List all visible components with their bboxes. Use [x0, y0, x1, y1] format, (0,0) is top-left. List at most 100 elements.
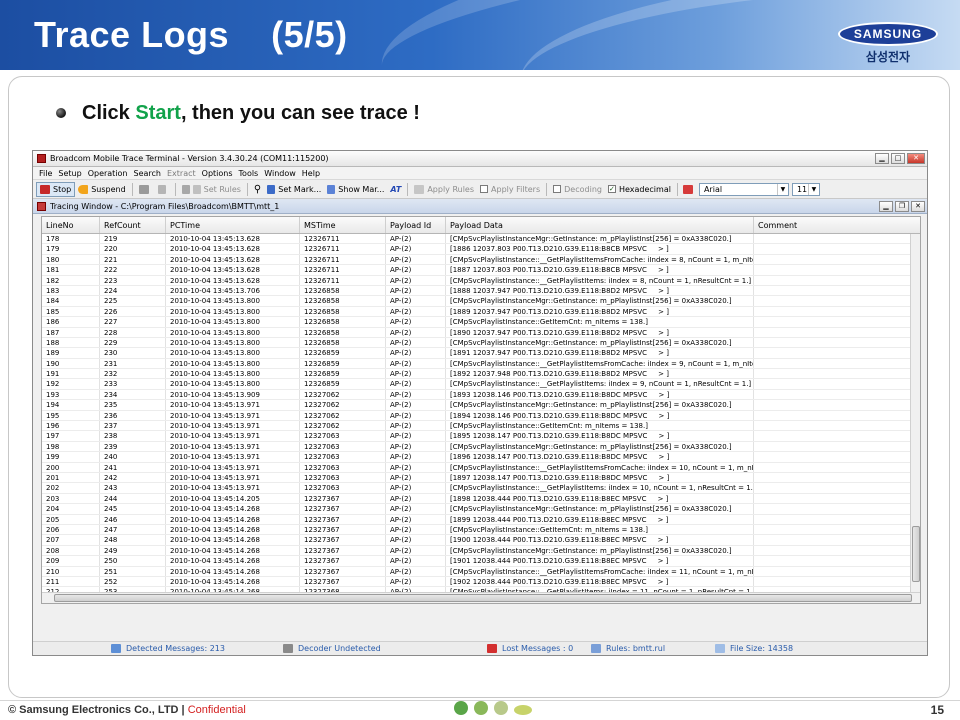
menu-options[interactable]: Options — [199, 169, 236, 178]
cell-lineno: 193 — [42, 389, 100, 400]
menu-operation[interactable]: Operation — [85, 169, 131, 178]
table-row[interactable]: 200 241 2010-10-04 13:45:13.971 12327063 AP-… — [42, 462, 910, 473]
cell-refcount: 229 — [100, 337, 166, 348]
cell-payload-data: [CMpSvcPlaylistInstance::__GetPlaylistIt… — [446, 566, 754, 576]
table-row[interactable]: 190 231 2010-10-04 13:45:13.800 12326859 AP-… — [42, 358, 910, 370]
clear-button[interactable] — [155, 182, 172, 197]
table-row[interactable]: 180 221 2010-10-04 13:45:13.628 12326711 AP-… — [42, 254, 910, 266]
table-row[interactable]: 178 219 2010-10-04 13:45:13.628 12326711 AP-… — [42, 234, 910, 245]
show-mark-button[interactable]: Show Mar... — [324, 182, 387, 197]
cell-payload-data: [1901 12038.444 P00.T13.D210.G39.E118:B8… — [446, 556, 754, 566]
table-row[interactable]: 185 226 2010-10-04 13:45:13.800 12326858 AP-… — [42, 306, 910, 318]
cell-mstime: 12327062 — [300, 389, 386, 400]
set-mark-label: Set Mark... — [278, 184, 322, 194]
table-row[interactable]: 186 227 2010-10-04 13:45:13.800 12326858 AP-… — [42, 317, 910, 328]
table-row[interactable]: 189 230 2010-10-04 13:45:13.800 12326859 AP-… — [42, 348, 910, 359]
table-row[interactable]: 181 222 2010-10-04 13:45:13.628 12326711 AP-… — [42, 265, 910, 276]
table-row[interactable]: 211 252 2010-10-04 13:45:14.268 12327367 AP-… — [42, 576, 910, 588]
window-titlebar[interactable]: Broadcom Mobile Trace Terminal - Version… — [33, 151, 927, 167]
vertical-scrollbar[interactable] — [910, 234, 920, 592]
suspend-button[interactable]: Suspend — [75, 182, 128, 197]
minimize-icon[interactable]: ▁ — [879, 200, 893, 212]
cell-pctime: 2010-10-04 13:45:13.800 — [166, 327, 300, 337]
column-header-pctime[interactable]: PCTime — [166, 217, 300, 233]
tracing-window-titlebar[interactable]: Tracing Window - C:\Program Files\Broadc… — [33, 199, 927, 214]
menu-file[interactable]: File — [36, 169, 55, 178]
table-row[interactable]: 201 242 2010-10-04 13:45:13.971 12327063 AP-… — [42, 472, 910, 484]
table-row[interactable]: 210 251 2010-10-04 13:45:14.268 12327367 AP-… — [42, 566, 910, 577]
horizontal-scrollbar[interactable] — [42, 592, 920, 603]
table-row[interactable]: 209 250 2010-10-04 13:45:14.268 12327367 AP-… — [42, 556, 910, 567]
set-rules-button[interactable]: Set Rules — [179, 182, 244, 197]
cell-mstime: 12327063 — [300, 441, 386, 452]
table-row[interactable]: 196 237 2010-10-04 13:45:13.971 12327062 AP-… — [42, 421, 910, 432]
restore-icon[interactable]: ❐ — [895, 200, 909, 212]
cell-payload-data: [1898 12038.444 P00.T13.D210.G39.E118:B8… — [446, 493, 754, 504]
minimize-icon[interactable]: ▁ — [875, 153, 889, 164]
column-header-refcount[interactable]: RefCount — [100, 217, 166, 233]
table-row[interactable]: 192 233 2010-10-04 13:45:13.800 12326859 AP-… — [42, 379, 910, 390]
menu-search[interactable]: Search — [131, 169, 164, 178]
table-row[interactable]: 191 232 2010-10-04 13:45:13.800 12326859 AP-… — [42, 369, 910, 380]
menu-window[interactable]: Window — [261, 169, 299, 178]
horizontal-scroll-thumb[interactable] — [54, 594, 912, 602]
close-icon[interactable]: ✕ — [907, 153, 925, 164]
cell-pctime: 2010-10-04 13:45:13.800 — [166, 369, 300, 379]
table-row[interactable]: 188 229 2010-10-04 13:45:13.800 12326858 AP-… — [42, 337, 910, 349]
table-row[interactable]: 193 234 2010-10-04 13:45:13.909 12327062 AP-… — [42, 389, 910, 401]
table-row[interactable]: 206 247 2010-10-04 13:45:14.268 12327367 AP-… — [42, 524, 910, 536]
column-header-lineno[interactable]: LineNo — [42, 217, 100, 233]
table-row[interactable]: 199 240 2010-10-04 13:45:13.971 12327063 AP-… — [42, 452, 910, 463]
font-select[interactable]: Arial ▼ — [698, 182, 789, 196]
vertical-scroll-thumb[interactable] — [912, 526, 920, 582]
table-row[interactable]: 184 225 2010-10-04 13:45:13.800 12326858 AP-… — [42, 296, 910, 307]
table-row[interactable]: 183 224 2010-10-04 13:45:13.706 12326858 AP-… — [42, 285, 910, 297]
find-button[interactable]: ⚲ — [251, 182, 264, 197]
menu-setup[interactable]: Setup — [55, 169, 84, 178]
table-row[interactable]: 198 239 2010-10-04 13:45:13.971 12327063 AP-… — [42, 441, 910, 453]
table-row[interactable]: 179 220 2010-10-04 13:45:13.628 12326711 AP-… — [42, 244, 910, 255]
column-header-mstime[interactable]: MSTime — [300, 217, 386, 233]
column-header-payload-id[interactable]: Payload Id — [386, 217, 446, 233]
cell-comment — [754, 369, 910, 378]
font-size-select[interactable]: 11 ▼ — [791, 182, 820, 196]
cell-pctime: 2010-10-04 13:45:13.800 — [166, 306, 300, 317]
open-folder-button[interactable] — [136, 182, 155, 197]
stop-button[interactable]: Stop — [36, 181, 76, 197]
close-icon[interactable]: ✕ — [911, 200, 925, 212]
table-row[interactable]: 187 228 2010-10-04 13:45:13.800 12326858 AP-… — [42, 327, 910, 338]
set-mark-button[interactable]: Set Mark... — [264, 182, 324, 197]
table-row[interactable]: 202 243 2010-10-04 13:45:13.971 12327063 AP-… — [42, 483, 910, 494]
menu-extract[interactable]: Extract — [164, 169, 199, 178]
table-row[interactable]: 207 248 2010-10-04 13:45:14.268 12327367 AP-… — [42, 535, 910, 546]
decoding-checkbox[interactable]: Decoding — [550, 182, 605, 197]
cell-refcount: 250 — [100, 556, 166, 566]
apply-filters-checkbox[interactable]: Apply Filters — [477, 182, 543, 197]
maximize-icon[interactable]: □ — [891, 153, 905, 164]
binoculars-icon: ⚲ — [253, 183, 262, 195]
cell-lineno: 194 — [42, 400, 100, 410]
rules-text: Rules: bmtt.rul — [606, 644, 666, 653]
column-header-comment[interactable]: Comment — [754, 217, 920, 233]
cell-pctime: 2010-10-04 13:45:13.800 — [166, 348, 300, 358]
cell-lineno: 188 — [42, 337, 100, 348]
table-row[interactable]: 197 238 2010-10-04 13:45:13.971 12327063 AP-… — [42, 431, 910, 442]
apply-rules-button[interactable]: Apply Rules — [411, 182, 477, 197]
menu-help[interactable]: Help — [299, 169, 323, 178]
table-row[interactable]: 194 235 2010-10-04 13:45:13.971 12327062 AP-… — [42, 400, 910, 411]
instruction-start-highlight: Start — [135, 102, 181, 124]
cell-payload-data: [CMpSvcPlaylistInstanceMgr::GetInstance:… — [446, 441, 754, 452]
hexadecimal-checkbox[interactable]: ✓ Hexadecimal — [605, 182, 674, 197]
menu-tools[interactable]: Tools — [236, 169, 262, 178]
table-row[interactable]: 205 246 2010-10-04 13:45:14.268 12327367 AP-… — [42, 514, 910, 525]
file-size-text: File Size: 14358 — [730, 644, 794, 653]
at-command-button[interactable]: AT — [387, 182, 404, 197]
table-row[interactable]: 182 223 2010-10-04 13:45:13.628 12326711 AP-… — [42, 275, 910, 286]
column-header-payload-data[interactable]: Payload Data — [446, 217, 754, 233]
table-row[interactable]: 204 245 2010-10-04 13:45:14.268 12327367 AP-… — [42, 504, 910, 515]
table-row[interactable]: 195 236 2010-10-04 13:45:13.971 12327062 AP-… — [42, 410, 910, 422]
table-row[interactable]: 208 249 2010-10-04 13:45:14.268 12327367 AP-… — [42, 545, 910, 557]
cell-refcount: 237 — [100, 421, 166, 431]
table-row[interactable]: 203 244 2010-10-04 13:45:14.205 12327367 AP-… — [42, 493, 910, 505]
cell-payload-data: [1896 12038.147 P00.T13.D210.G39.E118:B8… — [446, 452, 754, 462]
